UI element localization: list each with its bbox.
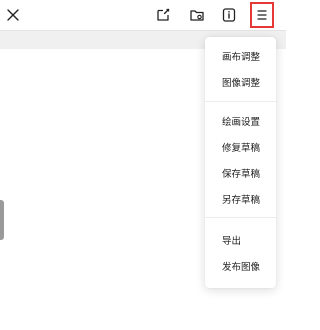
menu-item-save-draft[interactable]: 保存草稿 <box>205 162 276 188</box>
menu-item-canvas-adjust[interactable]: 画布调整 <box>205 45 276 71</box>
menu-divider <box>205 101 276 102</box>
close-icon <box>7 9 19 21</box>
menu-group-output: 导出 发布图像 <box>205 229 276 281</box>
top-toolbar <box>0 0 286 30</box>
menu-item-publish-image[interactable]: 发布图像 <box>205 255 276 281</box>
note-edit-button[interactable] <box>152 4 174 26</box>
menu-item-paint-settings[interactable]: 绘画设置 <box>205 110 276 136</box>
menu-item-export[interactable]: 导出 <box>205 229 276 255</box>
app-screen: 画布调整 图像调整 绘画设置 修复草稿 保存草稿 另存草稿 导出 发布图像 <box>0 0 286 330</box>
folder-button[interactable] <box>186 4 208 26</box>
menu-button[interactable] <box>250 2 274 28</box>
folder-icon <box>190 10 204 21</box>
menu-item-save-draft-as[interactable]: 另存草稿 <box>205 188 276 214</box>
info-button[interactable] <box>218 4 240 26</box>
close-button[interactable] <box>2 4 24 26</box>
side-panel-handle[interactable] <box>0 200 4 240</box>
menu-icon <box>257 10 267 20</box>
menu-group-draft: 绘画设置 修复草稿 保存草稿 另存草稿 <box>205 110 276 214</box>
dropdown-menu: 画布调整 图像调整 绘画设置 修复草稿 保存草稿 另存草稿 导出 发布图像 <box>205 37 276 288</box>
info-icon <box>222 8 236 22</box>
menu-group-canvas: 画布调整 图像调整 <box>205 45 276 97</box>
note-edit-icon <box>157 8 170 21</box>
menu-item-repair-draft[interactable]: 修复草稿 <box>205 136 276 162</box>
menu-divider <box>205 217 276 218</box>
menu-item-image-adjust[interactable]: 图像调整 <box>205 71 276 97</box>
